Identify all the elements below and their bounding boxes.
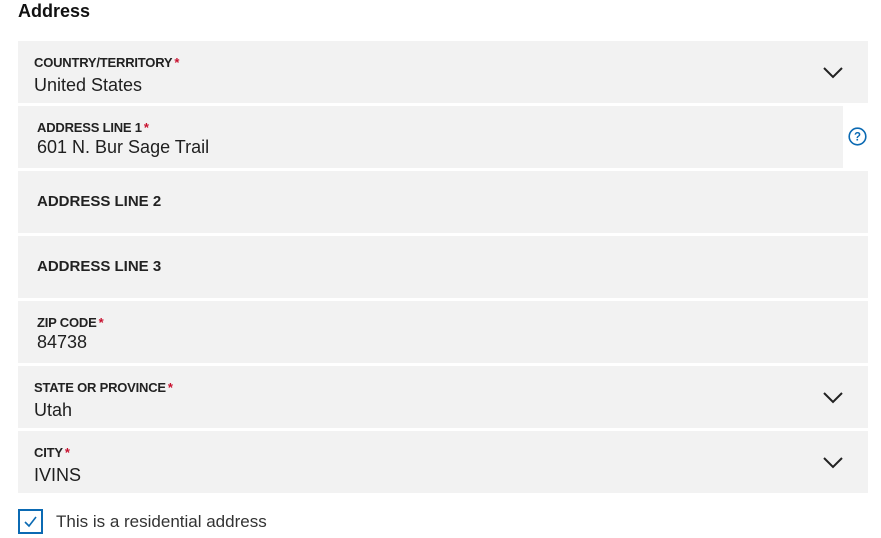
required-marker: * (64, 445, 70, 460)
checkmark-icon (24, 516, 37, 528)
section-title: Address (18, 1, 91, 21)
required-marker: * (143, 120, 149, 135)
city-select[interactable]: CITY * IVINS (18, 431, 868, 493)
chevron-down-icon (823, 457, 843, 469)
residential-address-label: This is a residential address (56, 511, 267, 531)
required-marker: * (167, 380, 173, 395)
required-marker: * (98, 315, 104, 330)
country-value: United States (34, 75, 143, 95)
address-line-1-label: ADDRESS LINE 1 * (37, 120, 149, 135)
address-line-1-field[interactable]: ADDRESS LINE 1 * 601 N. Bur Sage Trail (18, 106, 843, 168)
address-line-3-label: ADDRESS LINE 3 (37, 258, 162, 275)
svg-text:?: ? (854, 132, 861, 144)
help-circle-icon[interactable]: ? (848, 127, 867, 146)
zip-code-label: ZIP CODE * (37, 315, 104, 330)
chevron-down-icon (823, 67, 843, 79)
city-value: IVINS (34, 465, 82, 485)
city-label: CITY * (34, 445, 70, 460)
state-select[interactable]: STATE OR PROVINCE * Utah (18, 366, 868, 428)
required-marker: * (174, 55, 180, 70)
country-select[interactable]: COUNTRY/TERRITORY * United States (18, 41, 868, 103)
state-label: STATE OR PROVINCE * (34, 380, 173, 395)
zip-code-value: 84738 (37, 332, 88, 352)
chevron-down-icon (823, 392, 843, 404)
address-form: Address COUNTRY/TERRITORY * United States… (0, 0, 881, 538)
zip-code-field[interactable]: ZIP CODE * 84738 (18, 301, 868, 363)
residential-address-checkbox[interactable] (18, 509, 43, 534)
address-line-2-label: ADDRESS LINE 2 (37, 193, 162, 210)
address-line-1-value: 601 N. Bur Sage Trail (37, 137, 210, 157)
residential-address-row: This is a residential address (18, 508, 267, 535)
address-line-3-field[interactable]: ADDRESS LINE 3 (18, 236, 868, 298)
address-line-2-field[interactable]: ADDRESS LINE 2 (18, 171, 868, 233)
country-label: COUNTRY/TERRITORY * (34, 55, 180, 70)
state-value: Utah (34, 400, 73, 420)
